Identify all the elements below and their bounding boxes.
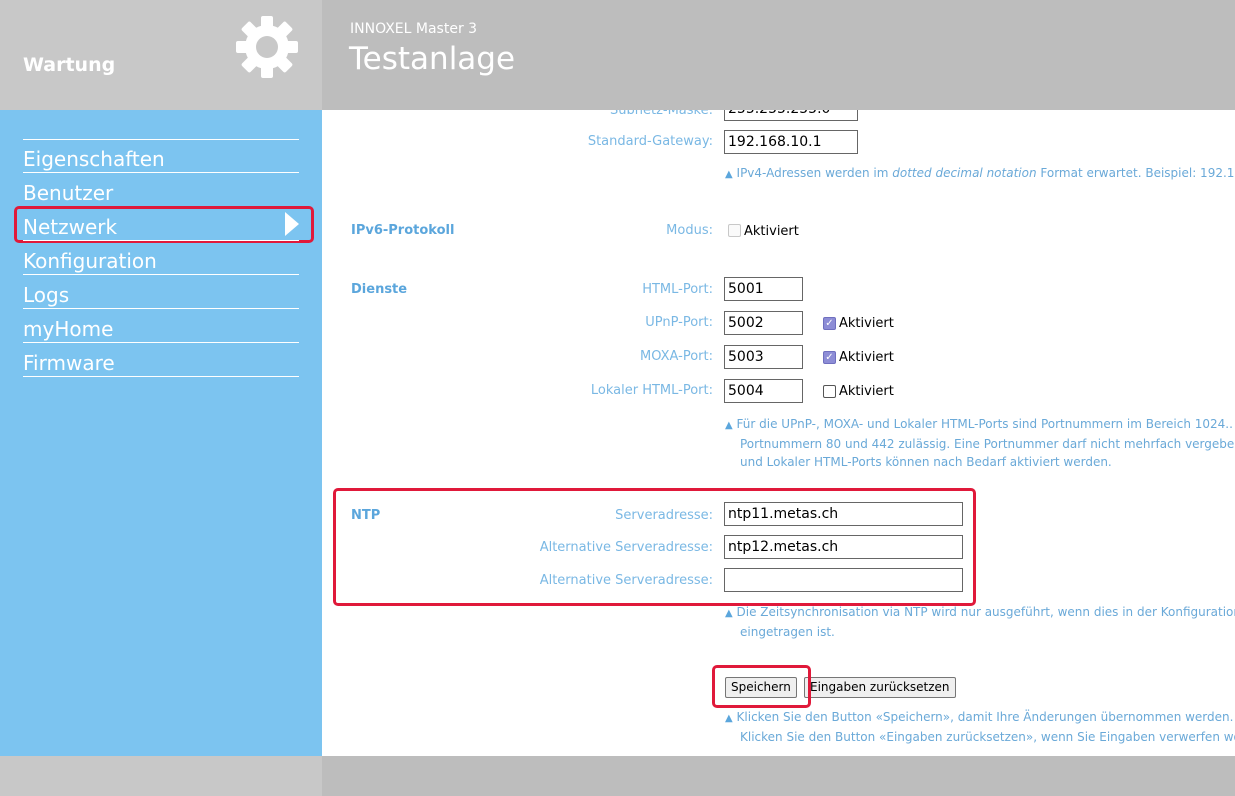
html-port-input[interactable]	[724, 277, 803, 301]
moxa-port-input[interactable]	[724, 345, 803, 369]
main-content[interactable]: Subnetz-Maske: Standard-Gateway: ▲ IPv4-…	[322, 110, 1235, 756]
moxa-port-label: MOXA-Port:	[640, 349, 713, 364]
sidebar-item-eigenschaften[interactable]: Eigenschaften	[23, 147, 165, 171]
html-port-label: HTML-Port:	[642, 282, 713, 297]
local-html-port-label: Lokaler HTML-Port:	[590, 383, 713, 398]
nav-divider	[23, 240, 299, 241]
nav-divider	[23, 172, 299, 173]
services-note: ▲ Für die UPnP-, MOXA- und Lokaler HTML-…	[725, 417, 1235, 469]
subnet-label: Subnetz-Maske:	[610, 110, 713, 118]
nav-divider	[23, 376, 299, 377]
ipv6-mode-checkbox[interactable]	[728, 224, 741, 237]
info-triangle-icon: ▲	[725, 608, 733, 619]
ipv6-mode-checkbox-label: Aktiviert	[744, 224, 799, 239]
gateway-input[interactable]	[724, 130, 858, 154]
sidebar-item-benutzer[interactable]: Benutzer	[23, 181, 113, 205]
info-triangle-icon: ▲	[725, 713, 733, 724]
upnp-enabled-label: Aktiviert	[839, 316, 894, 331]
sidebar-footer	[0, 756, 322, 796]
upnp-port-input[interactable]	[724, 311, 803, 335]
upnp-enabled-checkbox[interactable]: ✓	[823, 317, 836, 330]
subnet-input[interactable]	[724, 110, 858, 121]
sidebar-item-logs[interactable]: Logs	[23, 283, 69, 307]
highlight-frame-ntp	[333, 488, 976, 606]
ntp-note: ▲ Die Zeitsynchronisation via NTP wird n…	[725, 605, 1235, 639]
section-title: Wartung	[23, 54, 116, 76]
services-group-label: Dienste	[351, 282, 408, 297]
reset-inputs-button[interactable]: Eingaben zurücksetzen	[804, 677, 956, 698]
moxa-enabled-label: Aktiviert	[839, 350, 894, 365]
info-triangle-icon: ▲	[725, 169, 733, 180]
highlight-frame-save	[712, 665, 811, 708]
local-html-enabled-checkbox[interactable]	[823, 385, 836, 398]
nav-divider	[23, 342, 299, 343]
gear-icon	[236, 16, 298, 78]
moxa-enabled-checkbox[interactable]: ✓	[823, 351, 836, 364]
page-footer	[322, 756, 1235, 796]
ipv6-mode-label: Modus:	[666, 223, 713, 238]
sidebar-item-konfiguration[interactable]: Konfiguration	[23, 249, 157, 273]
local-html-enabled-label: Aktiviert	[839, 384, 894, 399]
product-name: INNOXEL Master 3	[350, 21, 478, 37]
nav-divider	[23, 308, 299, 309]
local-html-port-input[interactable]	[724, 379, 803, 403]
gateway-label: Standard-Gateway:	[587, 134, 713, 149]
info-triangle-icon: ▲	[725, 420, 733, 431]
ipv4-note: ▲ IPv4-Adressen werden im dotted decimal…	[725, 166, 1235, 180]
ipv6-group-label: IPv6-Protokoll	[351, 223, 455, 238]
site-title: Testanlage	[349, 41, 516, 77]
highlight-frame-netzwerk	[14, 206, 314, 243]
sidebar-item-firmware[interactable]: Firmware	[23, 351, 115, 375]
upnp-port-label: UPnP-Port:	[645, 315, 713, 330]
nav-divider	[23, 274, 299, 275]
actions-note: ▲ Klicken Sie den Button «Speichern», da…	[725, 710, 1235, 744]
sidebar-item-myhome[interactable]: myHome	[23, 317, 113, 341]
nav-divider	[23, 139, 299, 140]
